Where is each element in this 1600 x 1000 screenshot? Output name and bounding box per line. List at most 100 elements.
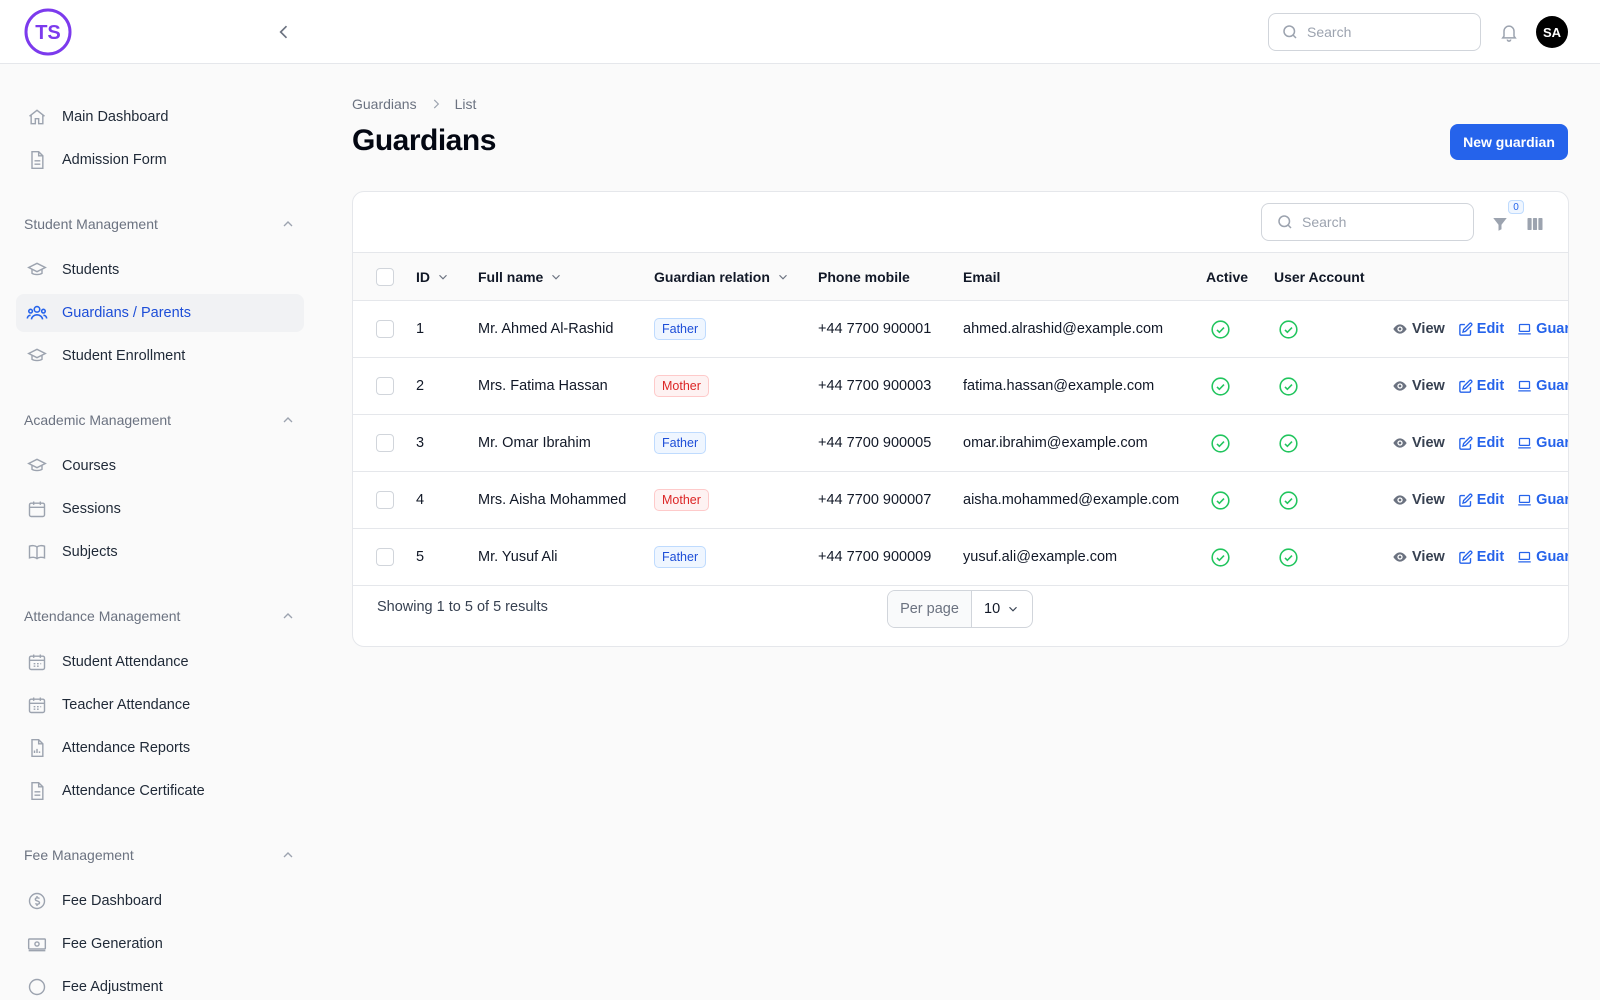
group-fee-management[interactable]: Fee Management (24, 843, 296, 867)
sidebar-item-admission-form[interactable]: Admission Form (16, 141, 304, 179)
sidebar-item-fee-adjustment[interactable]: Fee Adjustment (16, 968, 304, 1000)
guardian-button[interactable]: Guardian (1517, 492, 1568, 508)
guardian-button[interactable]: Guardian (1517, 321, 1568, 337)
sidebar-item-students[interactable]: Students (16, 251, 304, 289)
bell-icon (1501, 25, 1517, 42)
edit-button[interactable]: Edit (1458, 435, 1504, 451)
graduation-cap-icon (26, 259, 48, 281)
chevron-up-icon (283, 221, 293, 227)
group-student-management[interactable]: Student Management (24, 212, 296, 236)
check-circle-icon (1210, 376, 1231, 397)
sidebar-item-label: Subjects (62, 544, 118, 560)
new-guardian-button[interactable]: New guardian (1450, 124, 1568, 160)
cell-email: omar.ibrahim@example.com (963, 435, 1148, 451)
guardians-table-card: 0 ID Full name Guardian relation Phone m… (352, 191, 1569, 647)
column-full-name[interactable]: Full name (478, 253, 563, 301)
cell-user-account (1278, 301, 1299, 357)
computer-icon (1517, 550, 1532, 565)
column-id[interactable]: ID (416, 253, 450, 301)
column-label: User Account (1274, 269, 1365, 285)
edit-button[interactable]: Edit (1458, 321, 1504, 337)
sidebar-item-main-dashboard[interactable]: Main Dashboard (16, 98, 304, 136)
avatar[interactable]: SA (1536, 16, 1568, 48)
sidebar-item-attendance-certificate[interactable]: Attendance Certificate (16, 772, 304, 810)
filter-button[interactable] (1488, 212, 1512, 236)
table-search[interactable] (1261, 203, 1474, 241)
row-checkbox[interactable] (376, 491, 394, 509)
guardian-button[interactable]: Guardian (1517, 549, 1569, 565)
view-button[interactable]: View (1392, 321, 1445, 337)
view-button[interactable]: View (1392, 492, 1445, 508)
graduation-cap-icon (26, 455, 48, 477)
row-select-cell (376, 301, 394, 357)
row-checkbox[interactable] (376, 377, 394, 395)
row-checkbox[interactable] (376, 434, 394, 452)
sidebar-item-teacher-attendance[interactable]: Teacher Attendance (16, 686, 304, 724)
row-checkbox[interactable] (376, 548, 394, 566)
guardian-button[interactable]: Guardian (1517, 378, 1568, 394)
guardian-label: Guardian (1536, 549, 1569, 565)
document-icon (26, 780, 48, 802)
collapse-sidebar-button[interactable] (272, 20, 296, 44)
sidebar-item-label: Student Attendance (62, 654, 189, 670)
edit-label: Edit (1476, 492, 1505, 508)
edit-button[interactable]: Edit (1458, 549, 1504, 565)
pencil-square-icon (1458, 322, 1473, 337)
per-page-select[interactable]: Per page 10 (887, 590, 1033, 628)
cell-actions: View Edit Guardian (1392, 415, 1568, 471)
sidebar-item-attendance-reports[interactable]: Attendance Reports (16, 729, 304, 767)
breadcrumb-parent[interactable]: Guardians (352, 96, 417, 112)
sidebar-item-label: Fee Dashboard (62, 893, 162, 909)
app-logo[interactable]: TS (24, 8, 72, 56)
cell-active (1210, 415, 1231, 471)
pencil-square-icon (1458, 493, 1473, 508)
sidebar-item-label: Sessions (62, 501, 121, 517)
notifications-button[interactable] (1497, 20, 1521, 44)
eye-icon (1392, 435, 1408, 451)
column-active: Active (1206, 253, 1248, 301)
toggle-columns-button[interactable] (1523, 212, 1547, 236)
cell-id: 2 (416, 378, 425, 394)
table-search-input[interactable] (1302, 214, 1452, 230)
column-phone-mobile: Phone mobile (818, 253, 910, 301)
per-page-dropdown[interactable]: 10 (972, 591, 1032, 627)
sidebar-item-fee-dashboard[interactable]: Fee Dashboard (16, 882, 304, 920)
row-select-cell (376, 358, 394, 414)
global-search[interactable] (1268, 13, 1481, 51)
group-academic-management[interactable]: Academic Management (24, 408, 296, 432)
computer-icon (1517, 493, 1532, 508)
sidebar-item-student-attendance[interactable]: Student Attendance (16, 643, 304, 681)
group-attendance-management[interactable]: Attendance Management (24, 604, 296, 628)
sidebar: Main Dashboard Admission Form Student Ma… (0, 64, 320, 1000)
view-button[interactable]: View (1392, 549, 1445, 565)
sidebar-item-label: Main Dashboard (62, 109, 169, 125)
sidebar-item-sessions[interactable]: Sessions (16, 490, 304, 528)
columns-icon (1527, 218, 1543, 230)
group-label: Attendance Management (24, 608, 181, 624)
view-button[interactable]: View (1392, 378, 1445, 394)
check-circle-icon (1278, 490, 1299, 511)
view-button[interactable]: View (1392, 435, 1445, 451)
row-checkbox[interactable] (376, 320, 394, 338)
sidebar-item-fee-generation[interactable]: Fee Generation (16, 925, 304, 963)
group-label: Student Management (24, 216, 158, 232)
select-all-checkbox[interactable] (376, 268, 394, 286)
edit-button[interactable]: Edit (1458, 378, 1504, 394)
eye-icon (1392, 378, 1408, 394)
top-bar: TS SA (0, 0, 1600, 64)
guardian-button[interactable]: Guardian (1517, 435, 1568, 451)
book-icon (26, 541, 48, 563)
relation-badge: Father (654, 546, 707, 568)
cell-relation: Mother (654, 472, 709, 528)
sidebar-item-guardians-parents[interactable]: Guardians / Parents (16, 294, 304, 332)
sidebar-item-subjects[interactable]: Subjects (16, 533, 304, 571)
sidebar-item-courses[interactable]: Courses (16, 447, 304, 485)
sidebar-item-student-enrollment[interactable]: Student Enrollment (16, 337, 304, 375)
table-row: 5 Mr. Yusuf Ali Father +44 7700 900009 yusuf… (353, 529, 1569, 586)
edit-button[interactable]: Edit (1458, 492, 1504, 508)
eye-icon (1392, 492, 1408, 508)
global-search-input[interactable] (1307, 24, 1457, 40)
column-guardian-relation[interactable]: Guardian relation (654, 253, 790, 301)
chart-document-icon (26, 737, 48, 759)
table-row: 1 Mr. Ahmed Al-Rashid Father +44 7700 90000… (353, 301, 1568, 358)
